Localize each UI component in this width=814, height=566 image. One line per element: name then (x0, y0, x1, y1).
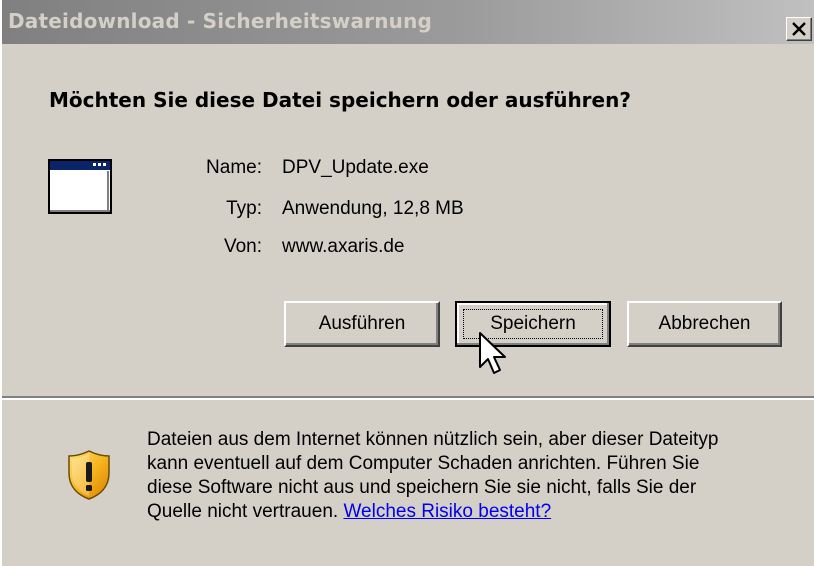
download-dialog: Dateidownload - Sicherheitswarnung Möcht… (0, 0, 814, 566)
warning-line: diese Software nicht aus und speichern S… (147, 477, 697, 498)
cancel-button[interactable]: Abbrechen (627, 301, 782, 347)
dialog-question: Möchten Sie diese Datei speichern oder a… (49, 88, 631, 112)
file-name-value: DPV_Update.exe (282, 157, 429, 178)
type-label: Typ: (226, 198, 262, 219)
run-button[interactable]: Ausführen (284, 301, 440, 347)
warning-line: Quelle nicht vertrauen. (147, 501, 339, 522)
file-type-value: Anwendung, 12,8 MB (282, 198, 464, 219)
application-window-icon (48, 159, 112, 214)
file-source-value: www.axaris.de (282, 236, 405, 257)
run-button-label: Ausführen (318, 313, 406, 334)
divider (2, 396, 814, 400)
close-button[interactable] (786, 17, 812, 41)
warning-shield-icon (68, 450, 110, 500)
save-button-label: Speichern (490, 313, 576, 334)
save-button[interactable]: Speichern (455, 301, 611, 347)
warning-line: Dateien aus dem Internet können nützlich… (147, 429, 719, 450)
security-warning-text: Dateien aus dem Internet können nützlich… (147, 428, 807, 524)
source-label: Von: (223, 236, 262, 257)
name-label: Name: (206, 157, 262, 178)
warning-last-line: Quelle nicht vertrauen. Welches Risiko b… (147, 500, 807, 524)
close-icon (792, 22, 806, 36)
window-title: Dateidownload - Sicherheitswarnung (8, 9, 433, 33)
warning-line: kann eventuell auf dem Computer Schaden … (147, 453, 700, 474)
cancel-button-label: Abbrechen (658, 313, 751, 334)
risk-info-link[interactable]: Welches Risiko besteht? (343, 501, 551, 522)
title-bar[interactable]: Dateidownload - Sicherheitswarnung (2, 0, 814, 44)
